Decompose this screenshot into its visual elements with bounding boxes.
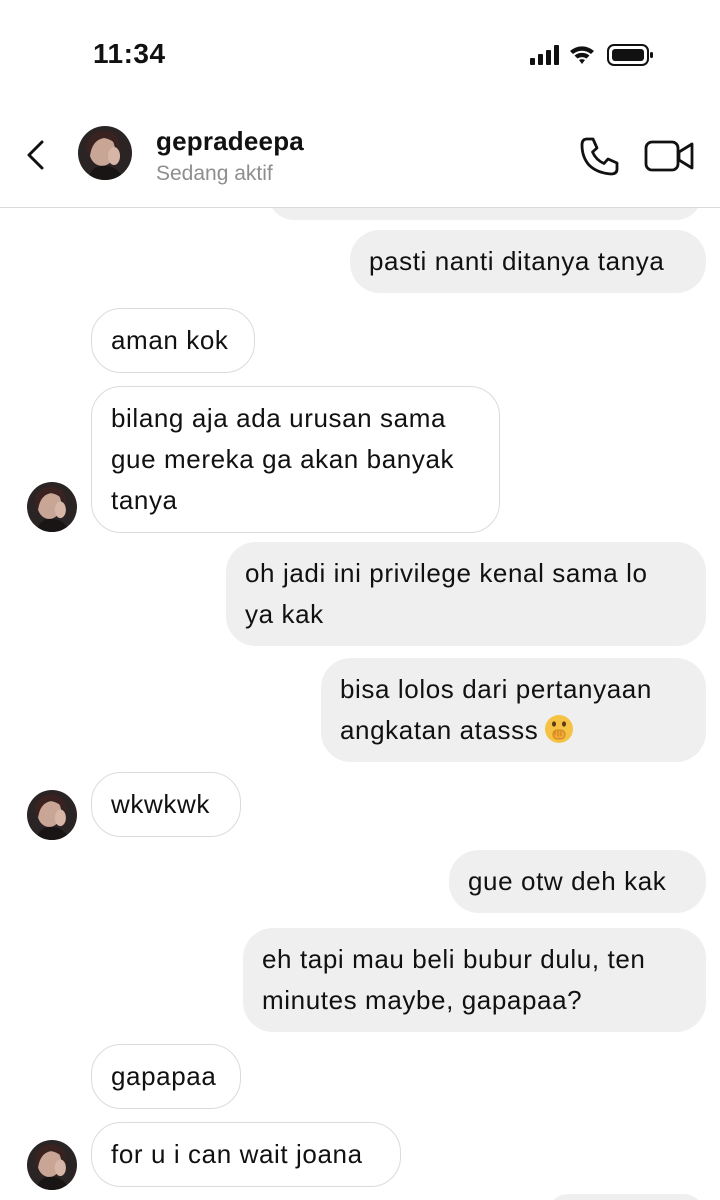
message-bubble-sent[interactable]: bisa lolos dari pertanyaan angkatan atas… — [321, 658, 706, 762]
message-bubble-received[interactable]: bilang aja ada urusan sama gue mereka ga… — [91, 386, 500, 533]
active-status: Sedang aktif — [156, 162, 273, 185]
chat-username[interactable]: gepradeepa — [156, 126, 304, 157]
message-bubble-cutoff[interactable] — [268, 208, 702, 220]
message-bubble-sent[interactable]: oh jadi ini privilege kenal sama lo ya k… — [226, 542, 706, 646]
phone-icon[interactable] — [578, 134, 622, 178]
message-bubble-received[interactable]: aman kok — [91, 308, 255, 373]
message-bubble-sent[interactable]: gue otw deh kak — [449, 850, 706, 913]
wifi-icon — [570, 46, 594, 64]
sender-avatar[interactable] — [27, 1140, 77, 1190]
message-thread[interactable]: pasti nanti ditanya tanya aman kok bilan… — [0, 208, 720, 1200]
header-avatar[interactable] — [78, 126, 132, 180]
status-icons — [530, 44, 653, 66]
chat-header: gepradeepa Sedang aktif — [0, 100, 720, 208]
status-time: 11:34 — [93, 38, 166, 69]
battery-icon — [607, 44, 653, 66]
back-chevron-icon[interactable] — [22, 140, 52, 170]
message-bubble-sent[interactable]: eh tapi mau beli bubur dulu, ten minutes… — [243, 928, 706, 1032]
shushing-face-emoji — [545, 715, 574, 743]
message-bubble-cutoff[interactable] — [548, 1194, 704, 1200]
sender-avatar[interactable] — [27, 482, 77, 532]
signal-icon — [530, 45, 559, 65]
message-bubble-received[interactable]: gapapaa — [91, 1044, 241, 1109]
message-bubble-received[interactable]: for u i can wait joana — [91, 1122, 401, 1187]
message-bubble-received[interactable]: wkwkwk — [91, 772, 241, 837]
sender-avatar[interactable] — [27, 790, 77, 840]
video-camera-icon[interactable] — [644, 136, 696, 176]
message-bubble-sent[interactable]: pasti nanti ditanya tanya — [350, 230, 706, 293]
